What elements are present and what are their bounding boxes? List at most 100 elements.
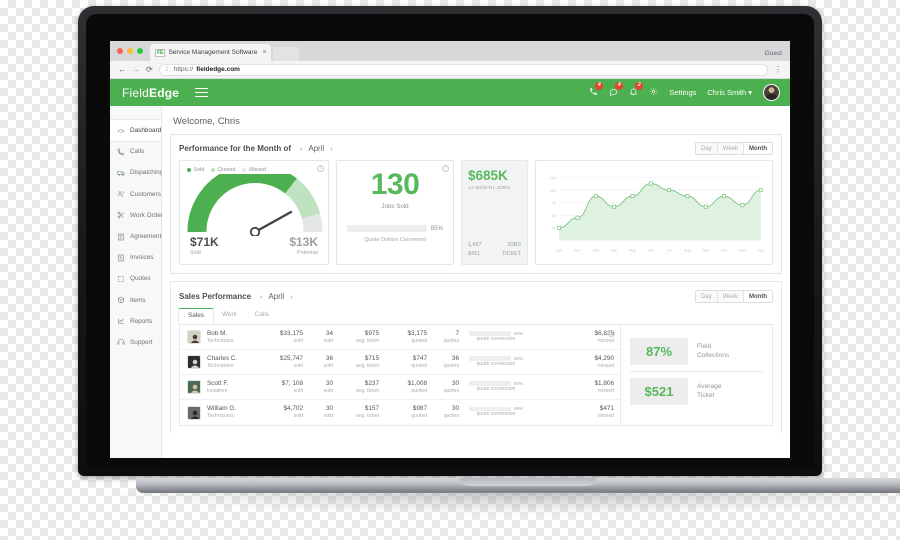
tab-calls[interactable]: Calls bbox=[246, 308, 278, 324]
cell-value: 36 bbox=[325, 354, 333, 362]
jobs-sold-label: Jobs Sold bbox=[381, 203, 409, 210]
app-logo[interactable]: FieldEdge bbox=[122, 86, 179, 100]
avatar[interactable] bbox=[763, 84, 780, 101]
next-month-button[interactable]: › bbox=[330, 144, 333, 153]
legend-item-missed: Missed bbox=[242, 167, 266, 173]
laptop-bezel: FE Service Management Software × Guest ←… bbox=[86, 14, 814, 468]
close-icon[interactable]: × bbox=[262, 49, 266, 56]
table-row[interactable]: Charles C. Technicians $25,747 sold 36 sold $7… bbox=[180, 350, 620, 375]
tab-sales[interactable]: Sales bbox=[179, 308, 213, 324]
guest-label[interactable]: Guest bbox=[765, 50, 782, 57]
sales-header: Sales Performance ‹ April › Day Week Month bbox=[171, 282, 781, 303]
brand-light: Field bbox=[122, 85, 150, 100]
sidebar-item-items[interactable]: Items bbox=[110, 290, 161, 311]
sidebar-item-reports[interactable]: Reports bbox=[110, 311, 161, 332]
new-tab-button[interactable] bbox=[273, 47, 300, 61]
maximize-window-button[interactable] bbox=[137, 48, 143, 54]
minimize-window-button[interactable] bbox=[127, 48, 133, 54]
legend-item-quoted: Quoted bbox=[211, 167, 235, 173]
range-option-month[interactable]: Month bbox=[744, 291, 772, 302]
browser-tab[interactable]: FE Service Management Software × bbox=[150, 44, 272, 61]
settings-label[interactable]: Settings bbox=[669, 88, 696, 97]
table-cell: 30 sold bbox=[303, 380, 333, 395]
cell-caption: sold bbox=[293, 337, 303, 344]
sidebar-item-quotes[interactable]: Quotes bbox=[110, 268, 161, 289]
site-info-icon[interactable]: ⓘ bbox=[165, 65, 171, 74]
app-topbar: FieldEdge 4 4 2 Settings Chris Smith ▾ bbox=[110, 79, 790, 106]
table-cell: $6,825 missed bbox=[566, 330, 614, 345]
prev-month-button[interactable]: ‹ bbox=[300, 144, 303, 153]
tab-work[interactable]: Work bbox=[213, 308, 246, 324]
phone-icon bbox=[117, 148, 125, 156]
forward-icon[interactable]: → bbox=[132, 65, 140, 74]
phone-icon[interactable]: 4 bbox=[589, 82, 604, 98]
canvas: FE Service Management Software × Guest ←… bbox=[0, 0, 900, 540]
close-window-button[interactable] bbox=[117, 48, 123, 54]
trend-chart-card: 25 50 75 100 125 Jan Feb Mar Apr May Jun Jul Aug Sep O… bbox=[535, 160, 773, 265]
sidebar-item-invoices[interactable]: Invoices bbox=[110, 247, 161, 268]
sidebar-item-customers[interactable]: Customers bbox=[110, 184, 161, 205]
info-icon[interactable]: i bbox=[608, 330, 615, 337]
cell-caption: sold bbox=[293, 387, 303, 394]
tools-icon bbox=[117, 211, 125, 219]
conversion-cell: 98% quote conversion bbox=[459, 381, 533, 393]
sidebar-item-agreements[interactable]: Agreements bbox=[110, 226, 164, 247]
legend-label: Sold bbox=[193, 167, 205, 173]
reload-icon[interactable]: ⟳ bbox=[146, 65, 153, 74]
back-icon[interactable]: ← bbox=[118, 65, 126, 74]
range-toggle[interactable]: Day Week Month bbox=[695, 142, 773, 155]
cell-caption: sold bbox=[323, 362, 333, 369]
svg-text:100: 100 bbox=[550, 189, 556, 193]
field-collections-label: Field Collections bbox=[697, 342, 730, 359]
table-row[interactable]: William G. Technicians $4,702 sold 30 sold $15… bbox=[180, 400, 620, 425]
svg-text:Sep: Sep bbox=[703, 248, 710, 252]
performance-header: Performance for the Month of ‹ April › D… bbox=[171, 135, 781, 160]
prev-month-button[interactable]: ‹ bbox=[260, 292, 263, 301]
stat-field-collections: 87% Field Collections bbox=[630, 332, 763, 371]
quote-progress: 85% bbox=[347, 225, 443, 232]
sales-tabs: Sales Work Calls bbox=[171, 303, 781, 324]
next-month-button[interactable]: › bbox=[290, 292, 293, 301]
sidebar-item-support[interactable]: Support bbox=[110, 332, 161, 353]
menu-toggle-button[interactable] bbox=[195, 87, 209, 98]
revenue-stat-label: JOBS bbox=[506, 242, 521, 249]
sidebar-item-work-orders[interactable]: Work Orders bbox=[110, 205, 166, 226]
user-menu[interactable]: Chris Smith ▾ bbox=[707, 88, 752, 97]
gauge-legend: Sold Quoted Missed bbox=[187, 167, 321, 173]
sidebar-item-dispatching[interactable]: Dispatching bbox=[110, 162, 163, 183]
range-option-week[interactable]: Week bbox=[717, 143, 744, 154]
range-option-month[interactable]: Month bbox=[744, 143, 772, 154]
gauge-chart bbox=[187, 163, 323, 238]
range-toggle[interactable]: Day Week Month bbox=[695, 290, 773, 303]
info-icon[interactable]: i bbox=[442, 165, 449, 172]
cell-caption: quotes bbox=[443, 387, 459, 394]
browser-menu-icon[interactable]: ⋮ bbox=[774, 65, 782, 74]
range-option-week[interactable]: Week bbox=[717, 291, 744, 302]
range-option-day[interactable]: Day bbox=[696, 291, 718, 302]
sales-table: i Bob M. Technicians $33,175 sold 34 sold $975… bbox=[179, 325, 621, 426]
topbar-actions: 4 4 2 Settings Chris Smith ▾ bbox=[589, 82, 780, 101]
cell-value: $157 bbox=[364, 405, 379, 413]
chat-icon[interactable]: 4 bbox=[609, 82, 624, 98]
window-controls[interactable] bbox=[117, 41, 143, 61]
sidebar-item-label: Invoices bbox=[130, 254, 154, 262]
conversion-caption: quote conversion bbox=[476, 360, 516, 367]
sold-label: Sold bbox=[190, 249, 201, 256]
bell-icon[interactable]: 2 bbox=[629, 82, 644, 98]
revenue-stat-row: 1,667 JOBS bbox=[468, 241, 521, 249]
sidebar: Dashboard Calls Dispatching Customers Work O… bbox=[110, 106, 166, 458]
address-bar[interactable]: ⓘ https://fieldedge.com bbox=[158, 63, 768, 76]
table-row[interactable]: Scott F. Installers $7, 108 sold 30 sold $237 a… bbox=[180, 375, 620, 400]
svg-text:Feb: Feb bbox=[574, 248, 580, 252]
conversion-cell: 98% quote conversion bbox=[459, 406, 533, 418]
sidebar-item-calls[interactable]: Calls bbox=[110, 141, 161, 162]
table-cell: 30 quotes bbox=[427, 380, 459, 395]
conversion-cell: 98% quote conversion bbox=[459, 331, 533, 343]
sidebar-item-dashboard[interactable]: Dashboard bbox=[110, 120, 161, 142]
info-icon[interactable]: i bbox=[317, 165, 324, 172]
stat-average-ticket: $521 Average Ticket bbox=[630, 372, 763, 411]
table-cell: 34 sold bbox=[303, 330, 333, 345]
range-option-day[interactable]: Day bbox=[696, 143, 718, 154]
table-row[interactable]: Bob M. Technicians $33,175 sold 34 sold $975 av… bbox=[180, 325, 620, 350]
gear-icon[interactable] bbox=[649, 87, 658, 98]
